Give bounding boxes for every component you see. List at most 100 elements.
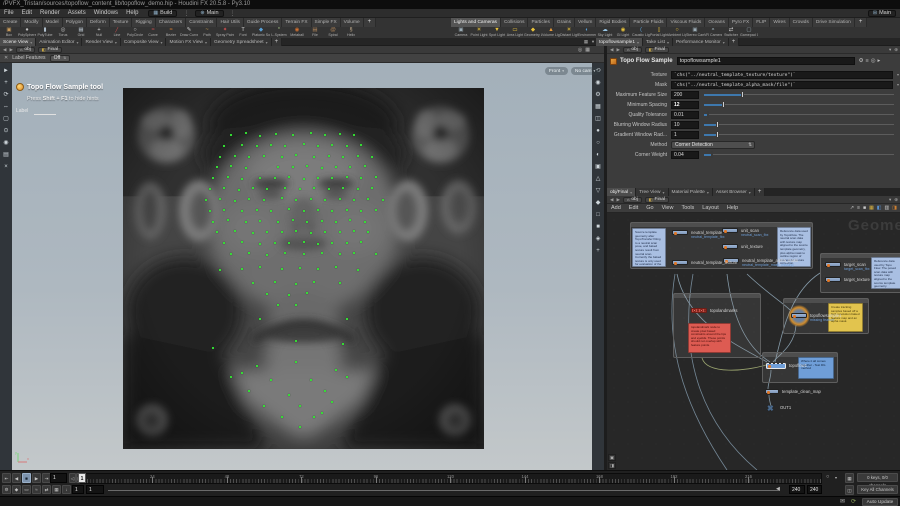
shelf-tool-grid[interactable]: ▦ Grid [72,27,90,38]
pane-tab-performance-monitor[interactable]: Performance Monitor ▾ [672,38,729,46]
shelf-tab-hair-utils[interactable]: Hair Utils [217,18,244,27]
display-option-icon-1[interactable]: ◉ [594,79,603,88]
playhead[interactable]: 1 [78,472,86,483]
display-option-icon-7[interactable]: ◐ [594,151,603,160]
shelf-tool-curve[interactable]: ≈ Curve [144,27,162,38]
network-menu-tools[interactable]: Tools [677,205,698,211]
anim-option-icon-3[interactable]: ≈ [32,485,41,494]
shelf-tab-characters[interactable]: Characters [155,18,187,27]
display-option-icon-3[interactable]: ▦ [594,103,603,112]
desktop-menu-right[interactable]: ⊞ Main [867,9,896,17]
node-target-scan[interactable] [825,262,841,267]
pane-tab-composite-view[interactable]: Composite View ▾ [120,38,167,46]
shelf-tab-grains[interactable]: Grains [553,18,576,27]
node-topoflow1[interactable] [766,361,786,369]
shelf-tool-spray-paint[interactable]: ✦ Spray Paint [216,27,234,38]
shelf-tool-draw-curve[interactable]: ✎ Draw Curve [180,27,198,38]
shelf-tab-lights-and-cameras[interactable]: Lights and Cameras [451,18,501,27]
viewport-tool-icon-3[interactable]: ⇔ [2,103,11,112]
shelf-tab-create[interactable]: Create [0,18,22,27]
viewport-tool-icon-7[interactable]: ▤ [2,151,11,160]
shelf-tab-vellum[interactable]: Vellum [575,18,597,27]
pane-tab-add[interactable]: + [754,188,766,196]
shelf-tool-spiral[interactable]: @ Spiral [324,27,342,38]
viewport-tool-icon-6[interactable]: ◉ [2,139,11,148]
add-icon[interactable]: ⊕ [894,197,898,203]
shelf-tab-modify[interactable]: Modify [21,18,43,27]
display-option-icon-2[interactable]: ⚙ [594,91,603,100]
anim-option-icon-5[interactable]: ▦ [52,485,61,494]
shelf-tab-viscous-fluids[interactable]: Viscous Fluids [667,18,706,27]
param-slider-maximum-feature-size[interactable] [704,91,894,99]
sticky-note[interactable]: Where it all comes together - Test DG me… [798,357,834,379]
shelf-tool-geometry-light[interactable]: ◆Geometry Light [524,27,542,38]
network-toolbar-icon-3[interactable]: ▦ [869,205,874,211]
node-neutral-template[interactable] [672,230,688,235]
display-option-icon-13[interactable]: ■ [594,223,603,232]
pane-tab-add[interactable]: + [271,38,283,46]
network-menu-add[interactable]: Add [607,205,625,211]
transport-jump-start-button[interactable]: ⇤ [2,472,11,483]
shelf-tool-null[interactable]: + Null [90,27,108,38]
range-subend-field[interactable]: 240 [807,485,822,494]
sticky-note[interactable]: topolandmark node to create pixel based … [688,323,731,353]
layout-selector[interactable]: ⊕ Main [195,9,224,17]
network-overview-button[interactable]: ▣ [608,454,616,461]
network-snapshot-button[interactable]: ◨ [608,462,616,469]
breadcrumb-final[interactable]: ◧ Final [37,46,62,53]
param-value-gradient-window-rad[interactable]: 1 [671,130,699,139]
menu-assets[interactable]: Assets [64,9,90,18]
param-value-maximum-feature-size[interactable]: 200 [671,90,699,99]
shelf-tool-spot-light[interactable]: ▼ Spot Light [488,27,506,38]
auto-update-selector[interactable]: Auto Update [862,498,898,506]
back-arrow-icon[interactable]: ◀ [610,197,613,203]
pane-tab-motion-fx-view[interactable]: Motion FX View ▾ [166,38,212,46]
param-menu-method[interactable]: Corner Detection ⇅ [671,140,755,149]
shelf-tab-volume[interactable]: Volume [340,18,364,27]
display-option-icon-15[interactable]: + [594,247,603,256]
shelf-tool-ambient-light[interactable]: ○Ambient Light [668,27,686,38]
shelf-tool-box[interactable]: ▣ Box [0,27,18,38]
shelf-tab-oceans[interactable]: Oceans [705,18,729,27]
sticky-note[interactable]: Source template geometry after TopoTrans… [632,228,666,267]
chevron-down-icon[interactable]: ▾ [835,475,837,480]
pane-tab-asset-browser[interactable]: Asset Browser ▾ [712,188,755,196]
message-icon[interactable]: ✉ [840,498,845,505]
keys-info-button[interactable]: 0 keys, 0/0 channels [857,473,898,488]
param-slider-blurring-window-radius[interactable] [704,121,894,129]
shelf-tab-polygon[interactable]: Polygon [62,18,87,27]
viewport-tool-icon-8[interactable]: × [2,163,11,172]
shelf-tool-font[interactable]: T Font [234,27,252,38]
anim-option-icon-1[interactable]: ◆ [12,485,21,494]
shelf-tool-platonic-solids[interactable]: ◆Platonic Solids [252,27,270,38]
network-toolbar-icon-0[interactable]: ↗ [850,205,854,211]
param-value-blurring-window-radius[interactable]: 10 [671,120,699,129]
shelf-tab-model[interactable]: Model [42,18,63,27]
viewport-tool-icon-5[interactable]: ⊙ [2,127,11,136]
pane-tab-tree-view[interactable]: Tree View ▾ [636,188,669,196]
shelf-tab-rigging[interactable]: Rigging [132,18,156,27]
param-value-quality-tolerance[interactable]: 0.01 [671,110,699,119]
menu-help[interactable]: Help [122,9,142,18]
shelf-tool-polysphere[interactable]: ● PolySphere [18,27,36,38]
viewport-tool-icon-0[interactable]: ► [2,67,11,76]
display-option-icon-4[interactable]: ◫ [594,115,603,124]
pane-tab-add[interactable]: + [728,38,740,46]
shelf-tool-distant-light[interactable]: ☀ Distant Light [560,27,578,38]
shelf-tool-helix[interactable]: § Helix [342,27,360,38]
key-all-channels-button[interactable]: Key All Channels [857,485,898,494]
shelf-tool-point-light[interactable]: ☀ Point Light [470,27,488,38]
shelf-tool-path[interactable]: ~ Path [198,27,216,38]
slider-handle[interactable] [722,101,725,108]
anim-option-icon-2[interactable]: ▭ [22,485,31,494]
shelf-tab-particles[interactable]: Particles [528,18,554,27]
param-value-minimum-spacing[interactable]: 12 [671,100,699,109]
camera-selector-pill[interactable]: No cam ▾ [571,67,600,75]
range-start-field[interactable]: 1 [72,485,84,494]
menu-render[interactable]: Render [36,9,64,18]
display-option-icon-5[interactable]: ● [594,127,603,136]
shelf-tool-torus[interactable]: ◎ Torus [54,27,72,38]
param-slider-gradient-window-rad[interactable] [704,131,894,139]
node-unit-scan[interactable] [722,228,738,233]
view-selector-pill[interactable]: Front ▾ [545,67,568,75]
